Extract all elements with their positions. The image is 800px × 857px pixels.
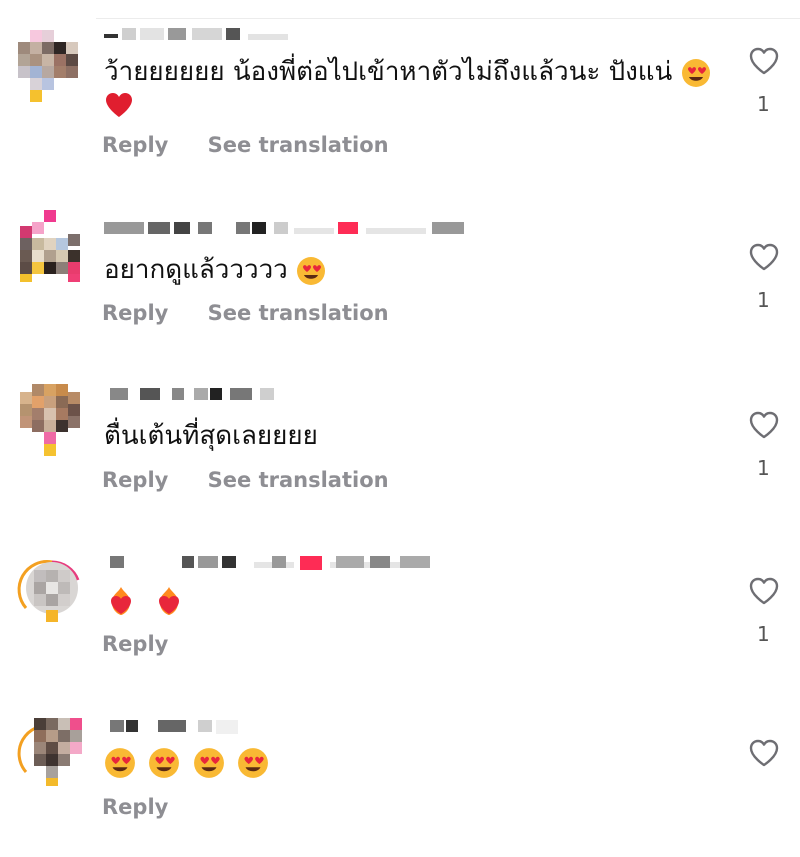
comment-text: ว้ายยยยยย น้องพี่ต่อไปเข้าหาตัวไม่ถึงแล้… bbox=[104, 56, 711, 88]
comment-actions: Reply See translation bbox=[102, 468, 389, 492]
heart-eyes-emoji bbox=[105, 747, 135, 778]
comment-actions: Reply See translation bbox=[102, 133, 389, 157]
like-button[interactable] bbox=[748, 46, 780, 76]
author-badge bbox=[300, 556, 322, 570]
comment-text bbox=[104, 584, 186, 618]
like-button[interactable] bbox=[748, 242, 780, 272]
like-button[interactable] bbox=[748, 738, 780, 768]
comment-text-line2 bbox=[104, 88, 134, 120]
author-badge bbox=[338, 222, 358, 234]
top-divider bbox=[96, 18, 800, 19]
reply-button[interactable]: Reply bbox=[102, 795, 168, 819]
heart-on-fire-emoji bbox=[159, 587, 180, 615]
reply-button[interactable]: Reply bbox=[102, 133, 168, 157]
heart-eyes-emoji bbox=[193, 747, 224, 778]
like-button[interactable] bbox=[748, 410, 780, 440]
heart-eyes-emoji bbox=[681, 58, 710, 87]
heart-eyes-emoji bbox=[237, 747, 268, 778]
avatar-pixelated[interactable] bbox=[16, 384, 88, 456]
heart-outline-icon bbox=[749, 577, 779, 605]
red-heart-emoji bbox=[106, 92, 132, 117]
comment-text: อยากดูแล้ววววว bbox=[104, 254, 326, 286]
reply-button[interactable]: Reply bbox=[102, 301, 168, 325]
avatar-pixelated[interactable] bbox=[16, 714, 88, 786]
avatar-pixelated[interactable] bbox=[16, 550, 88, 622]
like-button[interactable] bbox=[748, 576, 780, 606]
avatar-pixelated[interactable] bbox=[16, 30, 88, 102]
see-translation-button[interactable]: See translation bbox=[208, 301, 389, 325]
heart-outline-icon bbox=[749, 243, 779, 271]
see-translation-button[interactable]: See translation bbox=[208, 468, 389, 492]
avatar-pixelated[interactable] bbox=[16, 210, 88, 282]
comment-actions: Reply bbox=[102, 632, 168, 656]
like-count: 1 bbox=[757, 456, 770, 480]
heart-eyes-emoji bbox=[297, 256, 326, 285]
like-count: 1 bbox=[757, 92, 770, 116]
comment-text: ตื่นเต้นที่สุดเลยยยย bbox=[104, 421, 318, 451]
reply-button[interactable]: Reply bbox=[102, 468, 168, 492]
heart-eyes-emoji bbox=[149, 747, 180, 778]
heart-outline-icon bbox=[749, 739, 779, 767]
like-count: 1 bbox=[757, 288, 770, 312]
comment-text bbox=[104, 746, 269, 779]
heart-on-fire-emoji bbox=[111, 587, 131, 615]
see-translation-button[interactable]: See translation bbox=[208, 133, 389, 157]
heart-outline-icon bbox=[749, 47, 779, 75]
reply-button[interactable]: Reply bbox=[102, 632, 168, 656]
comment-actions: Reply See translation bbox=[102, 301, 389, 325]
heart-outline-icon bbox=[749, 411, 779, 439]
like-count: 1 bbox=[757, 622, 770, 646]
comment-actions: Reply bbox=[102, 795, 168, 819]
